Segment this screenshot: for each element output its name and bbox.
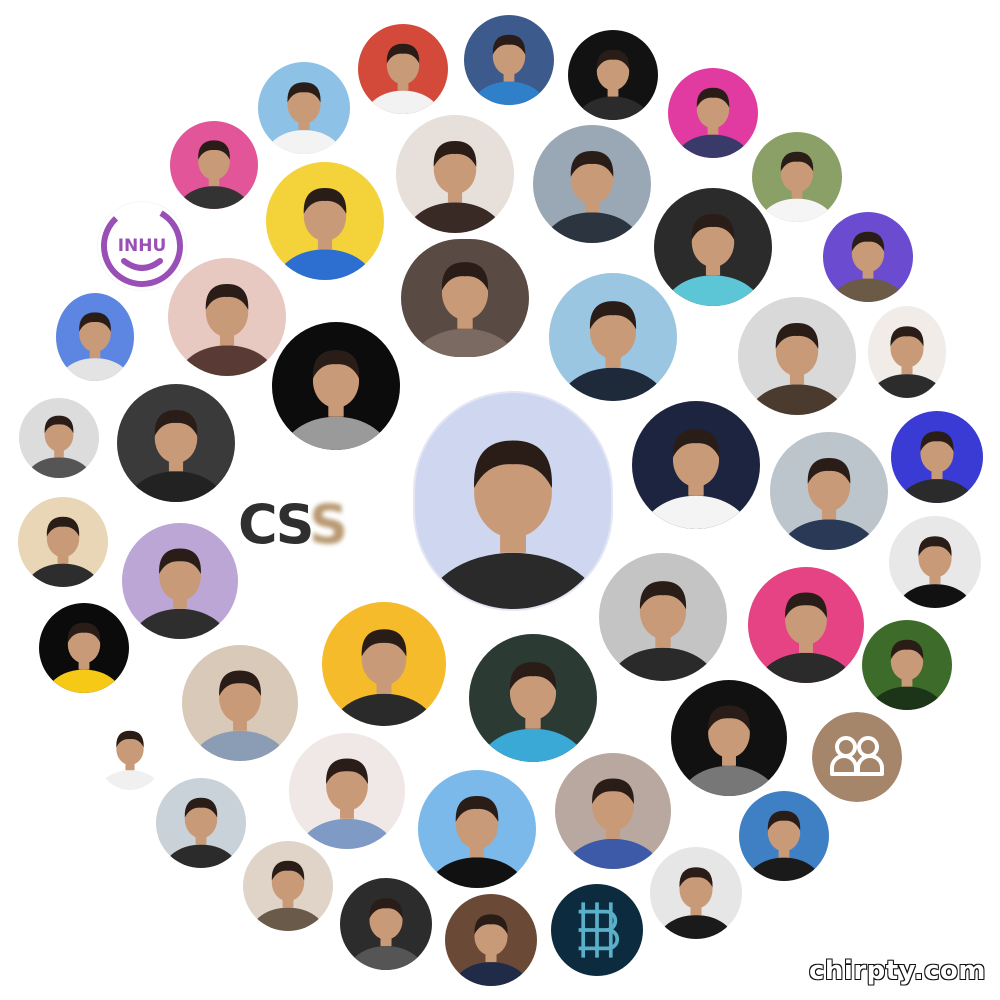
avatar-bw-woman bbox=[117, 384, 235, 502]
avatar-bokeh-woman bbox=[168, 258, 286, 376]
avatar-glasses-dark-man bbox=[340, 878, 432, 970]
avatar-dark-bg-man bbox=[568, 30, 658, 120]
avatar-city-night-man bbox=[469, 634, 597, 762]
css-logo-text: CS bbox=[238, 493, 312, 556]
avatar-car-selfie bbox=[243, 841, 333, 931]
site-watermark: chirpty.com bbox=[808, 955, 986, 987]
avatar-smiling-man-blue-bg bbox=[549, 273, 677, 401]
avatar-green-anime bbox=[862, 620, 952, 710]
avatar-colosseum-man bbox=[770, 432, 888, 550]
avatar-cap-bearded-man bbox=[650, 847, 742, 939]
avatar-yellow-bg-man bbox=[266, 162, 384, 280]
avatar-woman-long-hair bbox=[396, 115, 514, 233]
avatar-purple-ring-man bbox=[823, 212, 913, 302]
avatar-suit-man bbox=[445, 894, 537, 986]
avatar-cartoon-cat bbox=[654, 188, 772, 306]
avatar-woman-selfie bbox=[18, 497, 108, 587]
avatar-bw-sunglasses-woman bbox=[599, 553, 727, 681]
avatar-suit-navy-bg bbox=[632, 401, 760, 529]
avatar-red-room bbox=[358, 24, 448, 114]
avatar-dark-mirror-woman bbox=[671, 680, 787, 796]
avatar-hijab-woman bbox=[322, 602, 446, 726]
avatar-sky-bg-man bbox=[258, 62, 350, 154]
avatar-glasses-young-man bbox=[289, 733, 405, 849]
avatar-glasses-woman bbox=[752, 132, 842, 222]
avatar-blue-bg-man bbox=[464, 15, 554, 105]
avatar-blue-pattern-man bbox=[56, 293, 134, 381]
avatar-white-shirt-man bbox=[96, 714, 164, 790]
avatar-bw-woman-right bbox=[889, 516, 981, 608]
avatar-purple-glow-man bbox=[122, 523, 238, 639]
avatar-solar-dot bbox=[39, 603, 129, 693]
avatar-black-small-figure bbox=[272, 322, 400, 450]
avatar-curly-hair-man bbox=[182, 645, 298, 761]
avatar-man-white-bg bbox=[868, 306, 946, 398]
avatar-smiling-outdoors-man bbox=[156, 778, 246, 868]
avatar-happy-glasses-man bbox=[418, 770, 536, 888]
avatar-bald-glasses-man bbox=[739, 791, 829, 881]
avatar-pink-bg-man bbox=[748, 567, 864, 683]
avatar-masked-man bbox=[738, 297, 856, 415]
avatar-door-man bbox=[555, 753, 671, 869]
css-logo: CSS bbox=[238, 495, 368, 555]
avatar-grey-bg-man bbox=[533, 125, 651, 243]
inhu-logo-text: INHU bbox=[118, 236, 167, 256]
avatar-rainbow-bg-man bbox=[668, 68, 758, 158]
avatar-pink-ring-man bbox=[170, 121, 258, 209]
avatar-b-logo bbox=[551, 884, 643, 976]
avatar-purple-bg-boy bbox=[891, 411, 983, 503]
avatar-monkey-sketch bbox=[401, 239, 529, 357]
inhu-logo: INHU bbox=[97, 201, 187, 291]
css-logo-blur-letter: S bbox=[309, 493, 348, 556]
people-icon bbox=[812, 712, 902, 802]
avatar-center-mask bbox=[415, 393, 611, 609]
avatar-bw-glasses-man bbox=[19, 398, 99, 478]
avatar-collage: INHU CSS chirpty.com bbox=[0, 0, 1000, 1000]
